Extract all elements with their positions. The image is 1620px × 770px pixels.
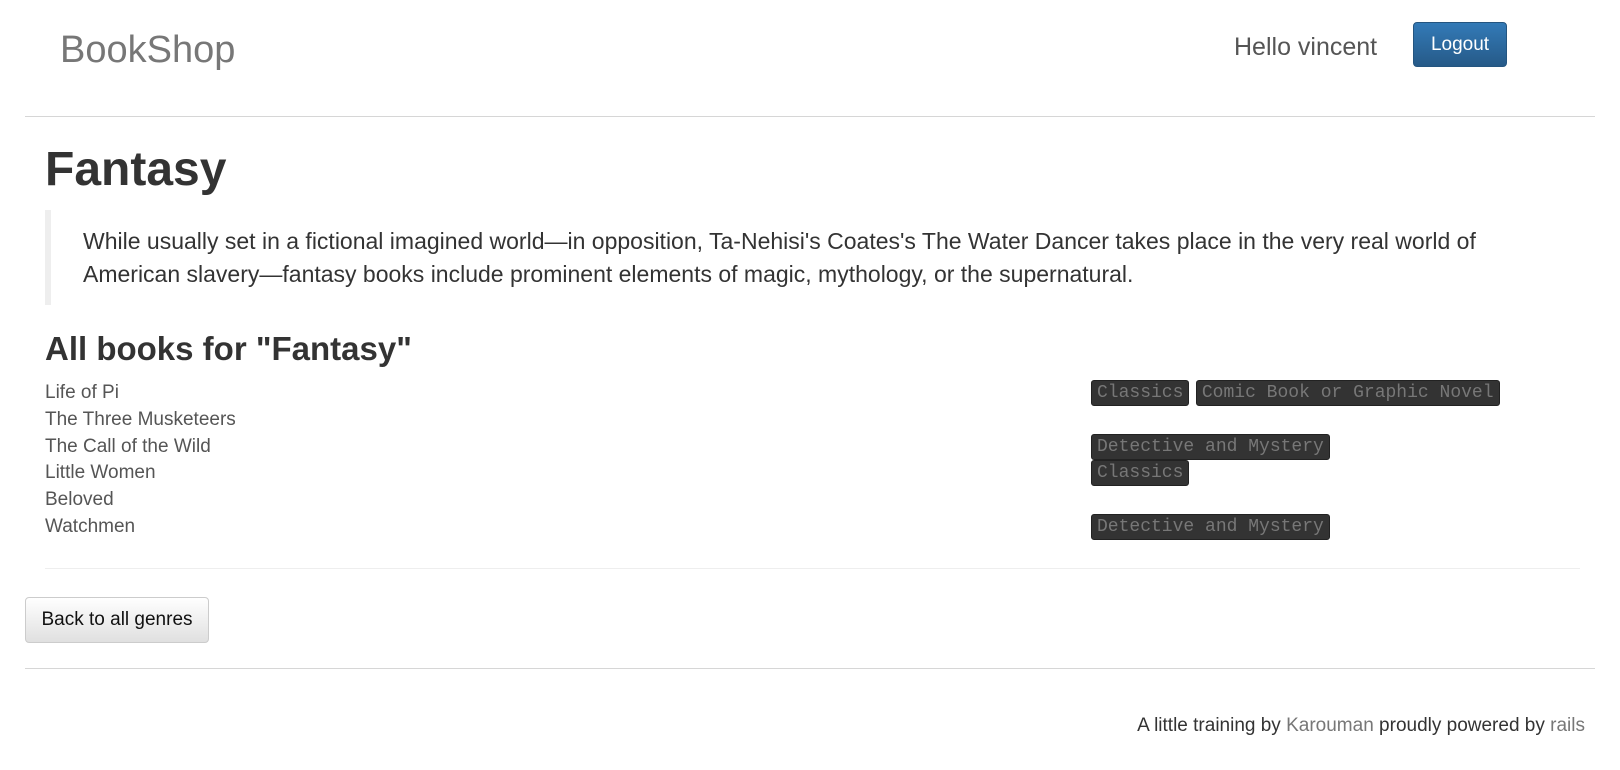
book-tags: Detective and Mystery [1091,513,1332,540]
back-to-genres-button[interactable]: Back to all genres [25,597,209,643]
book-title-link[interactable]: Beloved [45,487,114,513]
genre-tag: Classics [1091,460,1190,487]
genre-tag: Classics [1091,380,1190,406]
user-greeting: Hello vincent [1234,33,1378,61]
footer-middle: proudly powered by [1373,715,1551,736]
book-title-link[interactable]: Watchmen [45,514,135,540]
book-title-link[interactable]: Little Women [45,460,156,486]
brand-link[interactable]: BookShop [60,26,235,74]
book-tags: Classics [1091,460,1191,487]
page-title: Fantasy [45,143,227,196]
navbar: BookShop Hello vincent Logout [25,0,1595,117]
book-row: The Call of the Wild Detective and Myste… [45,433,1580,461]
book-row: The Three Musketeers [45,407,1580,434]
book-title-link[interactable]: The Call of the Wild [45,434,211,460]
genre-tag: Detective and Mystery [1091,433,1330,460]
book-tags: Detective and Mystery [1091,433,1332,460]
book-list: Life of Pi Classics Comic Book or Graphi… [45,380,1580,541]
footer-credits: A little training by Karouman proudly po… [1137,713,1585,739]
book-tags: Classics Comic Book or Graphic Novel [1091,380,1502,406]
content-divider [45,568,1580,569]
footer-prefix: A little training by [1137,715,1287,736]
book-title-link[interactable]: The Three Musketeers [45,407,236,433]
book-title-link[interactable]: Life of Pi [45,380,119,406]
rails-link[interactable]: rails [1550,715,1585,736]
genre-tag: Detective and Mystery [1091,513,1330,540]
book-row: Beloved [45,487,1580,514]
logout-button[interactable]: Logout [1413,22,1507,67]
books-section-title: All books for "Fantasy" [45,330,412,367]
genre-tag: Comic Book or Graphic Novel [1195,380,1500,406]
genre-description: While usually set in a fictional imagine… [45,210,1545,305]
author-link[interactable]: Karouman [1286,715,1374,736]
book-row: Watchmen Detective and Mystery [45,513,1580,541]
book-row: Life of Pi Classics Comic Book or Graphi… [45,380,1580,407]
book-row: Little Women Classics [45,460,1580,487]
footer: A little training by Karouman proudly po… [25,668,1595,759]
